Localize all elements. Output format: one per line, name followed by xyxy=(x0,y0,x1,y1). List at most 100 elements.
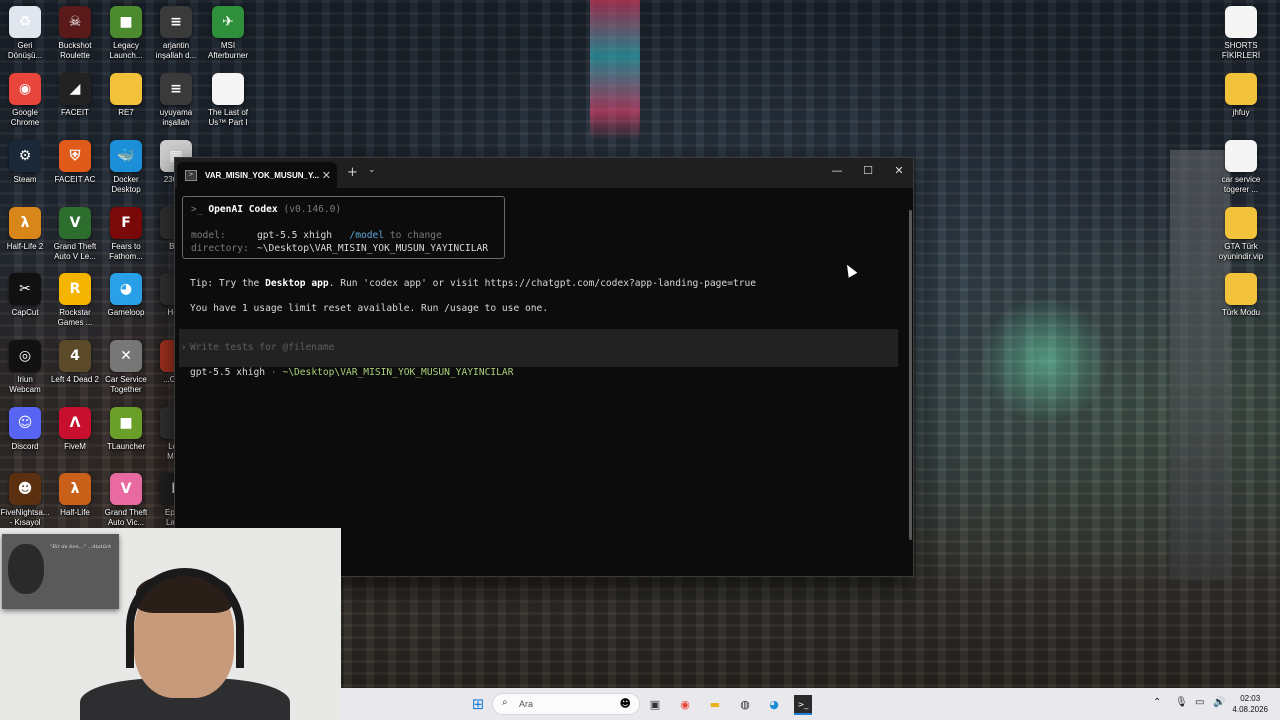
desktop-icon[interactable]: car service togerer ... xyxy=(1208,140,1274,195)
folder-icon xyxy=(1225,273,1257,305)
status-path: ~\Desktop\VAR_MISIN_YOK_MUSUN_YAYINCILAR xyxy=(282,367,514,378)
maximize-button[interactable]: ☐ xyxy=(858,164,878,177)
tlauncher-icon: ■ xyxy=(110,407,142,439)
legacy-launcher-icon: ■ xyxy=(110,6,142,38)
file-explorer-icon[interactable]: ▬ xyxy=(706,695,724,713)
usage-notice: You have 1 usage limit reset available. … xyxy=(190,303,549,314)
file-icon: ≡ xyxy=(160,6,192,38)
fnaf-icon: ☻ xyxy=(9,473,41,505)
desktop-icon[interactable]: ✈ MSI Afterburner xyxy=(195,6,261,61)
wall-poster: "Bir de ben..." ...Atatürk xyxy=(2,534,119,609)
wallpaper-building-glow xyxy=(975,300,1115,420)
tip-prefix: Tip: xyxy=(190,278,214,289)
terminal-scrollbar[interactable] xyxy=(909,210,912,540)
chrome-taskbar-icon[interactable]: ◉ xyxy=(676,695,694,713)
poster-text: "Bir de ben..." ...Atatürk xyxy=(50,544,112,550)
terminal-tab-title: VAR_MISIN_YOK_MUSUN_Y... xyxy=(205,170,320,180)
close-button[interactable]: ✕ xyxy=(889,164,909,177)
desktop-icon[interactable]: SHORTS FİKİRLERİ xyxy=(1208,6,1274,61)
task-view-icon[interactable]: ▣ xyxy=(646,695,664,713)
gta-vice-city-icon: V xyxy=(110,473,142,505)
gameloop-icon: ◕ xyxy=(110,273,142,305)
taskbar: ⊞ ⌕ Ara ☻ ▣ ◉ ▬ ◍ ◕ >_ ⌃ 🎙 ▭ 🔊 02:03 4.0… xyxy=(341,688,1280,720)
minimize-button[interactable]: — xyxy=(827,164,847,177)
document-icon xyxy=(1225,6,1257,38)
network-icon[interactable]: ▭ xyxy=(1195,697,1204,708)
input-chevron-icon: › xyxy=(181,343,187,353)
status-separator: · xyxy=(270,367,277,378)
tip-text-1: Try the xyxy=(218,278,260,289)
wallpaper-billboard-glow xyxy=(590,0,640,140)
recycle-bin-icon: ♻ xyxy=(9,6,41,38)
directory-line: directory: ~\Desktop\VAR_MISIN_YOK_MUSUN_… xyxy=(191,243,488,254)
msi-afterburner-icon: ✈ xyxy=(212,6,244,38)
prompt-glyph: >_ xyxy=(191,204,203,215)
desktop-icon[interactable]: GTA Türk oyunindir.vip xyxy=(1208,207,1274,262)
status-line: gpt-5.5 xhigh · ~\Desktop\VAR_MISIN_YOK_… xyxy=(190,367,513,378)
new-tab-button[interactable]: + xyxy=(347,165,358,180)
terminal-taskbar-icon[interactable]: >_ xyxy=(794,695,812,715)
webcam-overlay: "Bir de ben..." ...Atatürk xyxy=(0,528,341,720)
desktop-icon[interactable]: jhfuy xyxy=(1208,73,1274,118)
discord-icon: ☺ xyxy=(9,407,41,439)
taskbar-search[interactable]: ⌕ Ara ☻ xyxy=(492,693,640,715)
model-hint: to change xyxy=(389,230,442,241)
document-icon xyxy=(212,73,244,105)
desktop-icon-label: car service togerer ... xyxy=(1221,175,1261,194)
gta-v-icon: V xyxy=(59,207,91,239)
codex-version: (v0.146.0) xyxy=(283,204,342,215)
faceit-ac-icon: ⛨ xyxy=(59,140,91,172)
desktop-icon[interactable]: The Last of Us™ Part I xyxy=(195,73,261,128)
steam-icon: ⚙ xyxy=(9,140,41,172)
desktop-icon-label: jhfuy xyxy=(1232,108,1250,117)
terminal-content[interactable]: >_ OpenAI Codex (v0.146.0) model: gpt-5.5… xyxy=(175,188,913,576)
faceit-icon: ◢ xyxy=(59,73,91,105)
poster-portrait xyxy=(8,544,44,594)
clock-date: 4.08.2026 xyxy=(1232,705,1268,714)
terminal-window[interactable]: > VAR_MISIN_YOK_MUSUN_Y... ✕ + ⌄ — ☐ ✕ >… xyxy=(174,157,914,577)
terminal-tab-icon: > xyxy=(185,169,197,181)
folder-icon xyxy=(110,73,142,105)
status-model: gpt-5.5 xhigh xyxy=(190,367,266,378)
model-key: model: xyxy=(191,230,226,241)
windows-start-icon[interactable]: ⊞ xyxy=(469,695,487,713)
desktop-icon-label: Türk Modu xyxy=(1221,308,1261,317)
search-icon: ⌕ xyxy=(502,697,508,708)
chrome-icon: ◉ xyxy=(9,73,41,105)
input-placeholder: Write tests for @filename xyxy=(190,342,335,353)
tip-text-2: . Run 'codex app' or visit https://chatg… xyxy=(328,278,757,289)
fivem-icon: Λ xyxy=(59,407,91,439)
volume-icon[interactable]: 🔊 xyxy=(1213,697,1225,708)
file-icon: ≡ xyxy=(160,73,192,105)
microphone-icon[interactable]: 🎙 xyxy=(1175,697,1188,708)
model-value: gpt-5.5 xhigh xyxy=(257,230,333,241)
desktop-icon-label: SHORTS FİKİRLERİ xyxy=(1221,41,1261,60)
document-icon xyxy=(1225,140,1257,172)
terminal-tab[interactable]: > VAR_MISIN_YOK_MUSUN_Y... ✕ xyxy=(177,162,337,188)
tray-chevron-icon[interactable]: ⌃ xyxy=(1153,697,1161,708)
rockstar-icon: R xyxy=(59,273,91,305)
capcut-icon: ✂ xyxy=(9,273,41,305)
iriun-webcam-icon: ◎ xyxy=(9,340,41,372)
search-highlight-icon: ☻ xyxy=(619,697,631,710)
left-4-dead-2-icon: 4 xyxy=(59,340,91,372)
directory-value: ~\Desktop\VAR_MISIN_YOK_MUSUN_YAYINCILAR xyxy=(257,243,489,254)
model-line: model: gpt-5.5 xhigh /model to change xyxy=(191,230,442,241)
desktop-icon-label: The Last of Us™ Part I xyxy=(207,108,249,127)
desktop-icon-label: MSI Afterburner xyxy=(207,41,249,60)
clock-time: 02:03 xyxy=(1240,694,1261,703)
fears-to-fathom-icon: F xyxy=(110,207,142,239)
terminal-titlebar[interactable]: > VAR_MISIN_YOK_MUSUN_Y... ✕ + ⌄ — ☐ ✕ xyxy=(175,158,913,188)
buckshot-roulette-icon: ☠ xyxy=(59,6,91,38)
codex-app-name: OpenAI Codex xyxy=(208,204,278,215)
half-life-icon: λ xyxy=(59,473,91,505)
app-taskbar-icon[interactable]: ◕ xyxy=(765,695,783,713)
folder-icon xyxy=(1225,73,1257,105)
tab-dropdown-button[interactable]: ⌄ xyxy=(368,165,376,175)
desktop-icon[interactable]: Türk Modu xyxy=(1208,273,1274,318)
obs-icon[interactable]: ◍ xyxy=(736,695,754,713)
taskbar-clock[interactable]: 02:03 4.08.2026 xyxy=(1232,693,1268,715)
prompt-input[interactable]: › Write tests for @filename xyxy=(179,329,898,367)
tab-close-icon[interactable]: ✕ xyxy=(322,169,331,182)
car-service-icon: ✕ xyxy=(110,340,142,372)
